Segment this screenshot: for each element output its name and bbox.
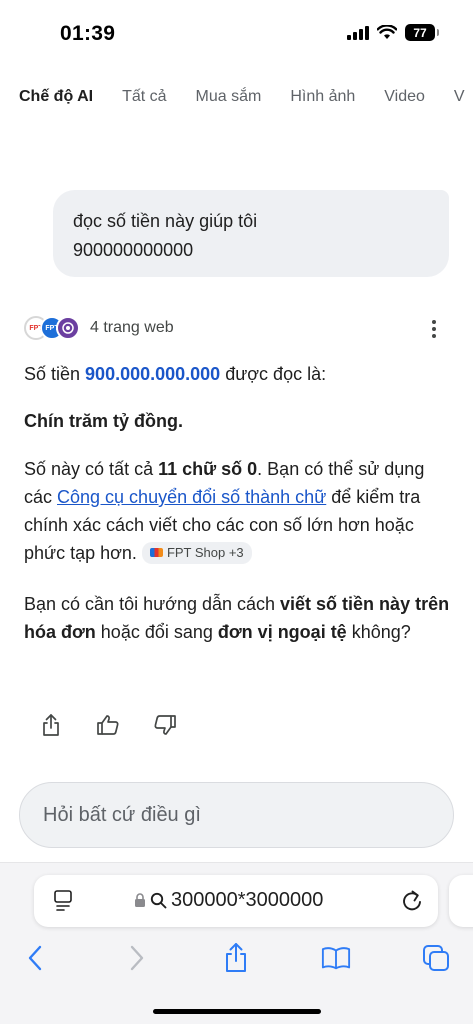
answer-bold: đơn vị ngoại tệ xyxy=(217,622,347,642)
forward-icon[interactable] xyxy=(122,941,152,975)
browser-chrome: 300000*3000000 xyxy=(0,862,473,1024)
ask-input-placeholder: Hỏi bất cứ điều gì xyxy=(43,803,201,826)
tab-videos[interactable]: Video xyxy=(384,88,425,106)
browser-toolbar xyxy=(0,941,473,977)
answer-bold: 11 chữ số 0 xyxy=(158,459,258,479)
thumbs-up-icon[interactable] xyxy=(95,710,121,740)
share-icon[interactable] xyxy=(221,941,251,975)
answer-text: hoặc đổi sang xyxy=(95,622,218,642)
search-mode-tabs: Chế độ AI Tất cả Mua sắm Hình ảnh Video … xyxy=(19,88,465,106)
citation-chip[interactable]: FPT Shop +3 xyxy=(141,541,252,564)
answer-text: Số tiền xyxy=(24,364,86,384)
amount-highlight: 900.000.000.000 xyxy=(85,364,221,384)
address-text: 300000*3000000 xyxy=(134,889,323,912)
bookmarks-icon[interactable] xyxy=(321,941,351,975)
url-query: 300000*3000000 xyxy=(171,889,324,911)
answer-reading: Chín trăm tỷ đồng. xyxy=(24,411,183,431)
search-icon xyxy=(150,892,167,909)
battery-icon: 77 xyxy=(405,24,439,41)
sources-row[interactable]: FPT FPT 4 trang web xyxy=(24,316,174,340)
share-icon[interactable] xyxy=(38,710,64,740)
answer-text: Bạn có cần tôi hướng dẫn cách xyxy=(24,594,281,614)
wifi-icon xyxy=(377,25,397,39)
answer-text: Số này có tất cả xyxy=(24,459,159,479)
ask-input[interactable]: Hỏi bất cứ điều gì xyxy=(19,782,454,848)
number-to-words-tool-link[interactable]: Công cụ chuyển đổi số thành chữ xyxy=(57,487,326,507)
address-bar[interactable]: 300000*3000000 xyxy=(34,875,438,927)
cellular-signal-icon xyxy=(347,25,369,40)
answer-paragraph-2: Chín trăm tỷ đồng. xyxy=(24,407,454,435)
tab-images[interactable]: Hình ảnh xyxy=(290,88,355,106)
next-tab-preview[interactable] xyxy=(449,875,473,927)
tab-all[interactable]: Tất cả xyxy=(122,88,166,106)
tab-overflow[interactable]: V xyxy=(454,88,465,106)
status-bar: 01:39 77 xyxy=(0,0,473,60)
answer-text: không? xyxy=(346,622,411,642)
feedback-row xyxy=(38,710,178,740)
reload-icon[interactable] xyxy=(400,888,424,914)
seal-favicon-icon xyxy=(56,316,80,340)
tab-ai-mode[interactable]: Chế độ AI xyxy=(19,88,93,106)
sources-label: 4 trang web xyxy=(90,319,174,336)
answer-paragraph-1: Số tiền 900.000.000.000 được đọc là: xyxy=(24,360,454,388)
user-message-line-2: 900000000000 xyxy=(73,240,194,260)
user-message-line-1: đọc số tiền này giúp tôi xyxy=(73,211,258,231)
page-menu-icon[interactable] xyxy=(52,889,74,913)
answer-paragraph-3: Số này có tất cả 11 chữ số 0. Bạn có thể… xyxy=(24,455,454,567)
battery-level: 77 xyxy=(413,25,427,40)
thumbs-down-icon[interactable] xyxy=(152,710,178,740)
fpt-shop-icon xyxy=(149,548,163,557)
user-message-bubble: đọc số tiền này giúp tôi 900000000000 xyxy=(53,190,449,277)
status-time: 01:39 xyxy=(60,22,116,45)
lock-icon xyxy=(135,893,145,907)
tabs-icon[interactable] xyxy=(421,941,451,975)
home-indicator[interactable] xyxy=(153,1009,321,1014)
tab-shopping[interactable]: Mua sắm xyxy=(196,88,262,106)
answer-text: được đọc là: xyxy=(220,364,327,384)
answer-paragraph-4: Bạn có cần tôi hướng dẫn cách viết số ti… xyxy=(24,590,454,646)
status-icons: 77 xyxy=(347,24,439,41)
citation-chip-label: FPT Shop +3 xyxy=(166,544,244,560)
back-icon[interactable] xyxy=(20,941,50,975)
more-options-icon[interactable] xyxy=(425,318,443,340)
